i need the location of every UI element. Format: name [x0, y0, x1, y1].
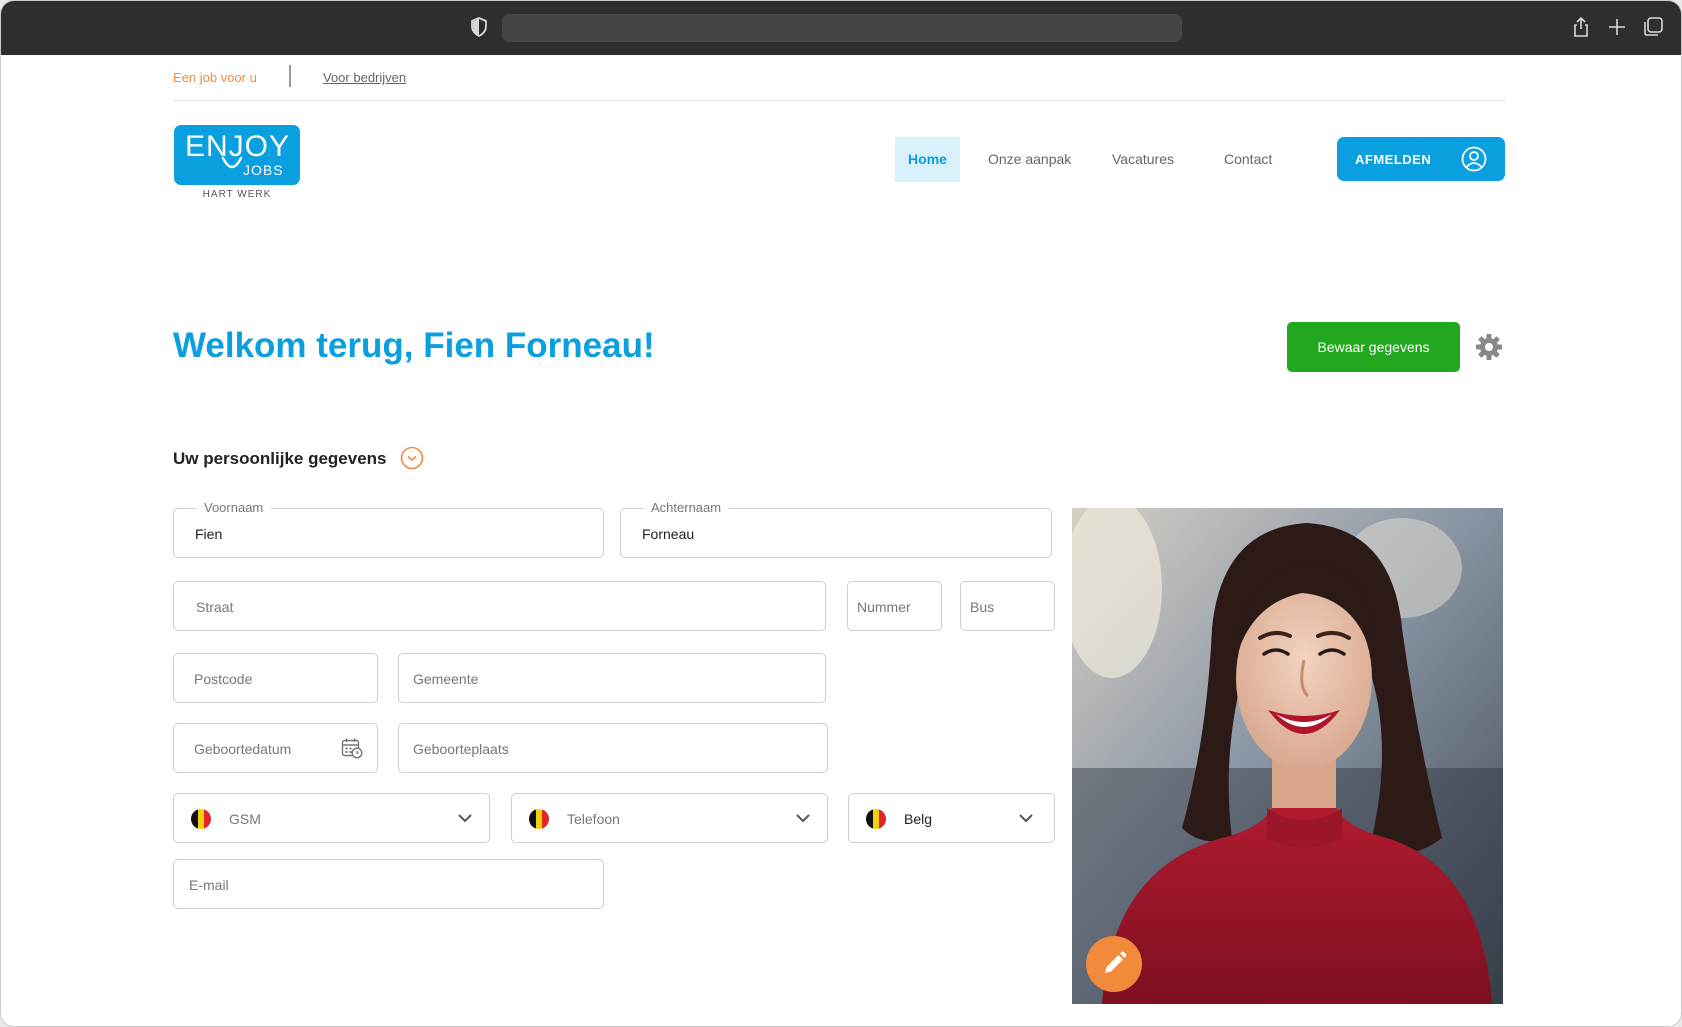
share-icon[interactable] — [1569, 15, 1593, 39]
street-placeholder: Straat — [196, 599, 234, 615]
municipality-field[interactable]: Gemeente — [398, 653, 826, 703]
link-for-companies[interactable]: Voor bedrijven — [323, 70, 406, 85]
browser-window: Een job voor u Voor bedrijven ENJOY JOBS… — [0, 0, 1682, 1027]
belgium-flag-icon[interactable] — [191, 809, 211, 829]
phone-placeholder: Telefoon — [567, 811, 620, 827]
nav-home[interactable]: Home — [895, 137, 960, 182]
page-title: Welkom terug, Fien Forneau! — [173, 326, 655, 365]
profile-photo-illustration — [1072, 508, 1503, 1004]
logout-label: AFMELDEN — [1355, 152, 1432, 167]
postcode-placeholder: Postcode — [194, 671, 253, 687]
lastname-value: Forneau — [642, 526, 695, 542]
lastname-label: Achternaam — [643, 500, 730, 515]
mobile-placeholder: GSM — [229, 811, 261, 827]
user-icon — [1461, 146, 1487, 172]
profile-photo — [1072, 508, 1503, 1004]
nav-contact[interactable]: Contact — [1224, 137, 1272, 182]
link-job-for-you[interactable]: Een job voor u — [173, 70, 257, 85]
number-field[interactable]: Nummer — [847, 581, 942, 631]
nav-onze-aanpak[interactable]: Onze aanpak — [988, 137, 1071, 182]
bus-placeholder: Bus — [970, 599, 995, 615]
firstname-field[interactable]: Voornaam Fien — [173, 500, 604, 558]
belgium-flag-icon — [866, 809, 886, 829]
collapse-toggle-icon[interactable] — [400, 446, 424, 470]
section-title: Uw persoonlijke gegevens — [173, 449, 387, 468]
tabs-overview-icon[interactable] — [1641, 15, 1665, 39]
chevron-down-icon[interactable] — [796, 813, 810, 823]
nav-vacatures[interactable]: Vacatures — [1112, 137, 1174, 182]
number-placeholder: Nummer — [857, 599, 911, 615]
email-placeholder: E-mail — [189, 877, 229, 893]
logo-tagline: HART WERK — [202, 189, 272, 200]
smile-mark-icon — [221, 156, 243, 169]
email-field[interactable]: E-mail — [173, 859, 604, 909]
firstname-value: Fien — [195, 526, 223, 542]
new-tab-icon[interactable] — [1605, 15, 1629, 39]
birthdate-placeholder: Geboortedatum — [194, 741, 292, 757]
chevron-down-icon[interactable] — [1019, 813, 1033, 823]
municipality-placeholder: Gemeente — [413, 671, 479, 687]
pencil-icon — [1105, 951, 1127, 973]
nationality-value: Belg — [904, 811, 933, 827]
birthplace-placeholder: Geboorteplaats — [413, 741, 509, 757]
nationality-select[interactable]: Belg — [848, 793, 1055, 843]
lastname-field[interactable]: Achternaam Forneau — [620, 500, 1052, 558]
calendar-icon[interactable] — [341, 737, 363, 759]
firstname-label: Voornaam — [196, 500, 272, 515]
address-bar[interactable] — [502, 14, 1182, 42]
gear-icon[interactable] — [1475, 333, 1503, 361]
enjoy-jobs-logo[interactable]: ENJOY JOBS — [174, 125, 300, 185]
header-divider — [173, 100, 1505, 101]
mobile-field[interactable]: GSM — [173, 793, 490, 843]
belgium-flag-icon[interactable] — [529, 809, 549, 829]
bus-field[interactable]: Bus — [960, 581, 1055, 631]
browser-toolbar — [1, 1, 1681, 55]
logout-button[interactable]: AFMELDEN — [1337, 137, 1505, 181]
divider — [289, 65, 291, 87]
phone-field[interactable]: Telefoon — [511, 793, 828, 843]
logo-text-jobs: JOBS — [243, 162, 284, 178]
street-field[interactable]: Straat — [173, 581, 826, 631]
chevron-down-icon[interactable] — [458, 813, 472, 823]
edit-photo-button[interactable] — [1086, 936, 1142, 992]
shield-icon[interactable] — [471, 17, 487, 37]
postcode-field[interactable]: Postcode — [173, 653, 378, 703]
birthdate-field[interactable]: Geboortedatum — [173, 723, 378, 773]
save-button[interactable]: Bewaar gegevens — [1287, 322, 1460, 372]
birthplace-field[interactable]: Geboorteplaats — [398, 723, 828, 773]
